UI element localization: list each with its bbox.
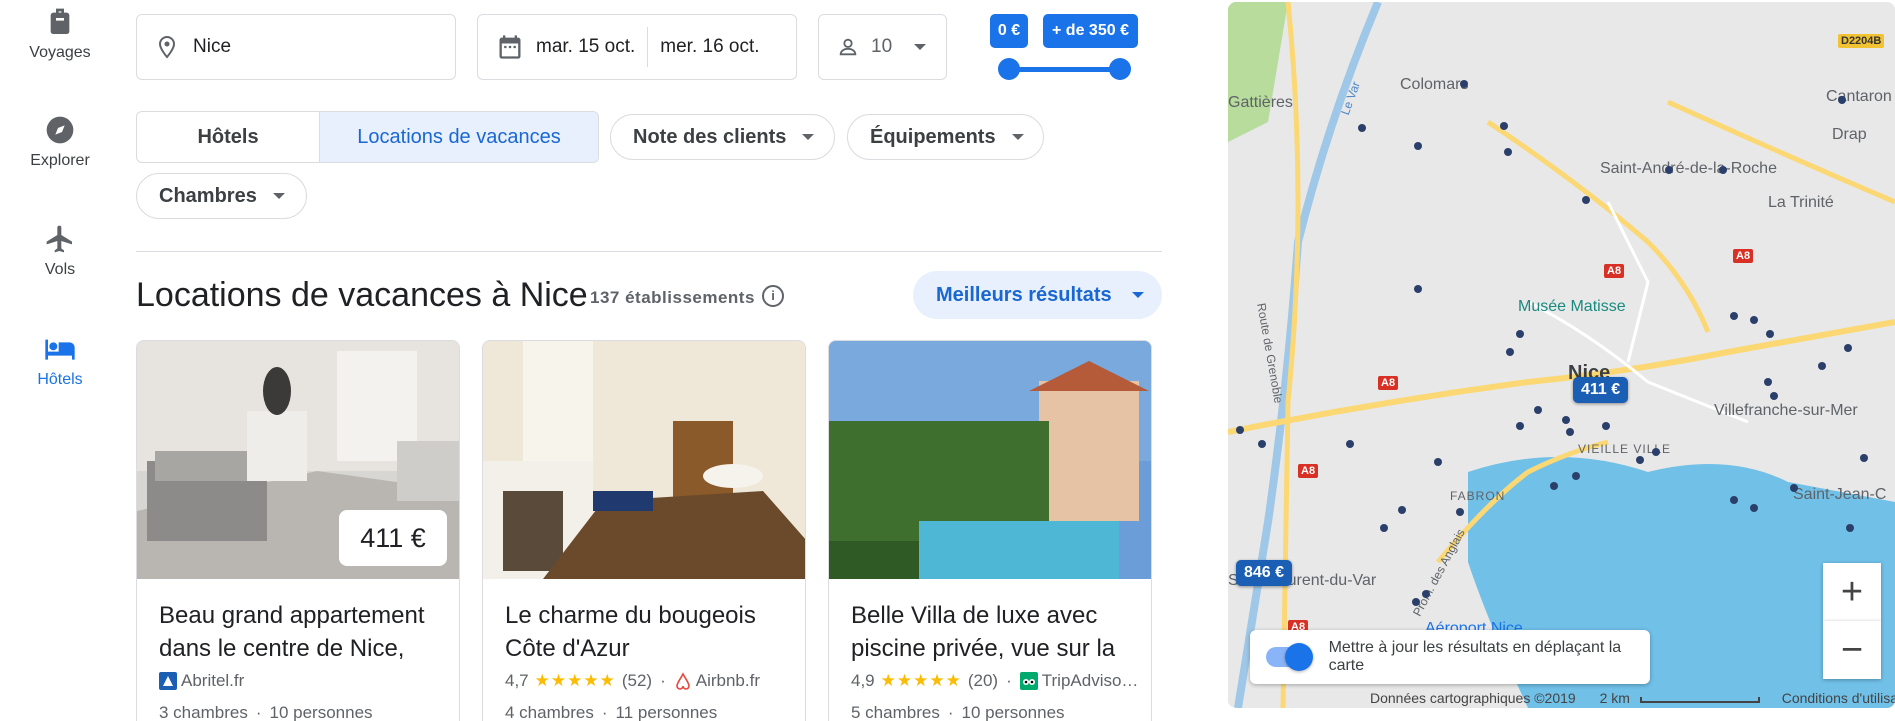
location-pin-icon <box>158 35 176 59</box>
rental-name[interactable]: Beau grand appartement dans le centre de… <box>159 599 449 665</box>
rating-value: 4,7 <box>505 671 529 690</box>
abritel-logo-icon <box>159 672 177 690</box>
nav-item-voyages[interactable]: Voyages <box>0 6 120 62</box>
rooms-count: 4 chambres <box>505 703 594 721</box>
rooms-count: 5 chambres <box>851 703 940 721</box>
location-value: Nice <box>193 36 232 57</box>
toggle-switch[interactable] <box>1266 643 1313 671</box>
toggle-label: Mettre à jour les résultats en déplaçant… <box>1328 639 1622 674</box>
rental-meta: 4,7 ★★★★★ (52) · Airbnb.fr <box>505 671 760 690</box>
checkout-date[interactable]: mer. 16 oct. <box>648 36 771 58</box>
map-terms-link[interactable]: Conditions d'utilisation <box>1782 690 1895 706</box>
rating-stars: ★★★★★ <box>534 671 616 690</box>
calendar-icon <box>499 35 521 59</box>
chip-label: Équipements <box>870 125 996 148</box>
rental-name[interactable]: Le charme du bougeois Côte d'Azur <box>505 599 795 665</box>
price-slider-min-handle[interactable] <box>998 58 1020 80</box>
people-count: 10 personnes <box>961 703 1065 721</box>
rating-stars: ★★★★★ <box>880 671 962 690</box>
rental-card[interactable]: Le charme du bougeois Côte d'Azur 4,7 ★★… <box>482 340 806 721</box>
rating-value: 4,9 <box>851 671 875 690</box>
source-name: TripAdviso… <box>1041 671 1139 690</box>
rental-meta: 4,9 ★★★★★ (20) · TripAdviso… <box>851 671 1139 690</box>
price-min-badge: 0 € <box>990 14 1028 48</box>
nav-item-vols[interactable]: Vols <box>0 223 120 279</box>
nav-label: Vols <box>44 261 76 278</box>
chevron-down-icon <box>1011 134 1024 140</box>
zoom-in-button[interactable]: + <box>1823 563 1881 621</box>
chevron-down-icon <box>272 193 285 199</box>
map-footer: Données cartographiques ©2019 2 km Condi… <box>1370 690 1895 706</box>
source-name: Abritel.fr <box>181 671 245 690</box>
checkin-date[interactable]: mar. 15 oct. <box>524 27 649 67</box>
rental-card[interactable]: 411 € Beau grand appartement dans le cen… <box>136 340 460 721</box>
property-type-toggle: Hôtels Locations de vacances <box>136 111 599 163</box>
zoom-out-button[interactable]: − <box>1823 621 1881 679</box>
results-title: Locations de vacances à Nice <box>136 276 588 314</box>
price-max-badge: + de 350 € <box>1043 14 1138 48</box>
rental-card[interactable]: Belle Villa de luxe avec piscine privée,… <box>828 340 1152 721</box>
map[interactable]: Gattières Colomars Cantaron Drap Saint-A… <box>1228 2 1895 708</box>
tab-vacation-rentals[interactable]: Locations de vacances <box>320 112 598 162</box>
rental-rooms: 3 chambres · 10 personnes <box>159 703 373 721</box>
guests-select[interactable]: 10 <box>818 14 947 80</box>
nav-label: Hôtels <box>37 371 83 388</box>
bed-icon <box>45 339 75 360</box>
luggage-icon <box>50 8 70 34</box>
review-count: (52) <box>621 671 653 690</box>
airbnb-logo-icon <box>675 672 690 690</box>
divider <box>136 251 1162 252</box>
people-count: 11 personnes <box>615 703 718 721</box>
chevron-down-icon <box>914 44 927 50</box>
chevron-down-icon <box>1131 292 1144 298</box>
rooms-count: 3 chambres <box>159 703 248 721</box>
results-count: 137 établissements <box>590 288 755 307</box>
date-picker[interactable]: mar. 15 oct. mer. 16 oct. <box>477 14 797 80</box>
guests-value: 10 <box>871 36 893 57</box>
sort-button[interactable]: Meilleurs résultats <box>913 271 1162 319</box>
amenities-filter-chip[interactable]: Équipements <box>847 114 1044 160</box>
chip-label: Note des clients <box>633 125 787 148</box>
rental-rooms: 4 chambres · 11 personnes <box>505 703 718 721</box>
price-tag: 411 € <box>339 510 447 566</box>
nav-item-explorer[interactable]: Explorer <box>0 114 120 170</box>
map-price-marker[interactable]: 846 € <box>1236 560 1293 586</box>
people-count: 10 personnes <box>269 703 373 721</box>
rental-rooms: 5 chambres · 10 personnes <box>851 703 1065 721</box>
rental-photo <box>829 341 1151 579</box>
map-scale: 2 km <box>1599 690 1630 706</box>
price-slider-max-handle[interactable] <box>1109 58 1131 80</box>
rating-filter-chip[interactable]: Note des clients <box>610 114 835 160</box>
rental-photo <box>483 341 805 579</box>
rental-meta: Abritel.fr <box>159 671 244 691</box>
map-pins <box>1236 80 1868 606</box>
map-attribution: Données cartographiques ©2019 <box>1370 690 1576 706</box>
nav-item-hotels[interactable]: Hôtels <box>0 333 120 389</box>
nav-label: Voyages <box>29 44 91 61</box>
person-icon <box>839 38 857 56</box>
source-name: Airbnb.fr <box>695 671 760 690</box>
tab-hotels[interactable]: Hôtels <box>137 112 320 162</box>
chevron-down-icon <box>802 134 815 140</box>
chip-label: Chambres <box>159 184 257 207</box>
left-nav: Voyages Explorer Vols Hôtels <box>0 0 120 721</box>
sort-label: Meilleurs résultats <box>936 283 1112 306</box>
map-update-toggle[interactable]: Mettre à jour les résultats en déplaçant… <box>1250 630 1650 684</box>
scale-bar <box>1639 697 1760 703</box>
info-icon[interactable]: i <box>762 285 784 307</box>
price-slider-track <box>1008 67 1120 72</box>
tripadvisor-logo-icon <box>1019 672 1038 690</box>
airplane-icon <box>46 225 72 253</box>
rental-name[interactable]: Belle Villa de luxe avec piscine privée,… <box>851 599 1141 665</box>
nav-label: Explorer <box>30 152 90 169</box>
compass-icon <box>46 116 74 144</box>
location-input[interactable]: Nice <box>136 14 456 80</box>
review-count: (20) <box>967 671 999 690</box>
rooms-filter-chip[interactable]: Chambres <box>136 173 307 219</box>
map-price-marker[interactable]: 411 € <box>1573 377 1629 403</box>
